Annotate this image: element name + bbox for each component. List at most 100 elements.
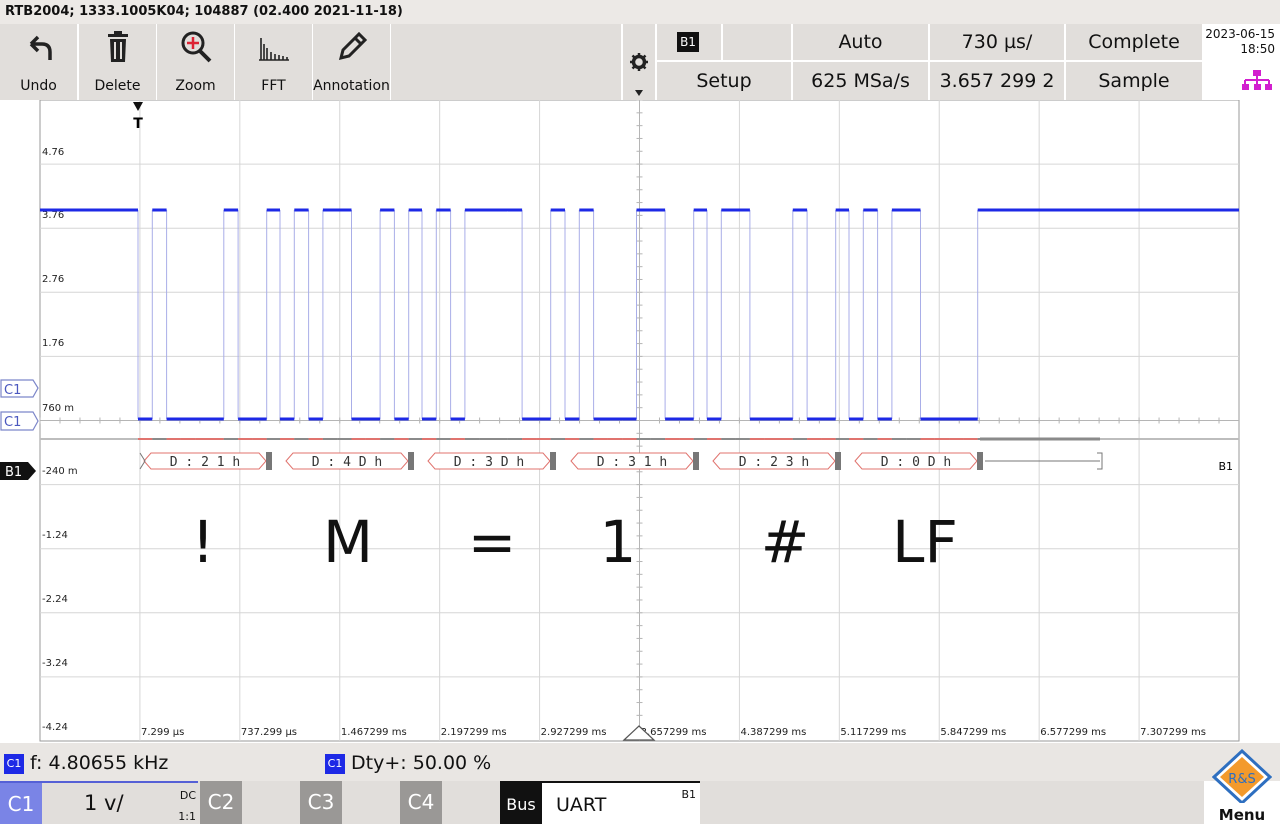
ch1-offset-tag: C1 (4, 415, 21, 430)
fft-button[interactable]: FFT (235, 24, 312, 100)
ch1-offset-marker[interactable]: C1 (0, 411, 39, 431)
time-offset[interactable]: 3.657 299 2 ms (930, 62, 1064, 130)
x-axis-label: 7.299 µs (141, 727, 184, 738)
menu-button[interactable]: R&S Menu (1204, 749, 1280, 824)
time-text: 18:50 (1240, 42, 1275, 56)
decode-frame-label: D : 4 D h (312, 455, 382, 470)
bus-end-tag: B1 (1218, 460, 1233, 473)
x-axis-label: 2.197299 ms (441, 727, 507, 738)
annotation-char: # (761, 508, 810, 576)
y-axis-label: -3.24 (42, 658, 68, 669)
x-axis-label: 7.307299 ms (1140, 727, 1206, 738)
bus-tab: Bus (500, 783, 542, 824)
x-axis-label: 6.577299 ms (1040, 727, 1106, 738)
delete-button[interactable]: Delete (79, 24, 156, 100)
zoom-button[interactable]: Zoom (157, 24, 234, 100)
decode-frame-label: D : 2 1 h (170, 455, 240, 470)
zoom-icon (181, 31, 212, 63)
undo-label: Undo (20, 78, 57, 94)
x-axis-label: 737.299 µs (241, 727, 297, 738)
acquisition-mode[interactable]: Sample (1066, 62, 1202, 100)
c1-probe: 1:1 (178, 810, 196, 823)
channel-c2[interactable]: C2 (200, 781, 298, 824)
annotation-char: LF (892, 508, 958, 576)
y-axis-label: -240 m (42, 466, 78, 477)
trigger-position-marker[interactable] (133, 102, 143, 111)
decode-frame-label: D : 0 D h (881, 455, 951, 470)
trash-icon (108, 31, 128, 62)
decode-stop-marker (550, 452, 556, 470)
settings-menu-button[interactable] (623, 24, 655, 100)
setup-button[interactable]: Setup (657, 62, 791, 100)
freq-channel-tag: C1 (4, 753, 24, 774)
frequency-measurement[interactable]: C1 f: 4.80655 kHz (4, 752, 168, 774)
handwritten-annotations: ! M = 1 # LF (191, 508, 957, 576)
y-axis-label: -1.24 (42, 530, 68, 541)
bus-b1-tag: B1 (5, 465, 22, 480)
y-axis-label: -4.24 (42, 722, 68, 733)
channel-c4[interactable]: C4 (400, 781, 498, 824)
annotation-char: ! (191, 508, 214, 576)
bus-protocol: UART (556, 794, 607, 816)
delete-label: Delete (94, 78, 141, 94)
y-axis-label: 2.76 (42, 274, 64, 285)
decode-stop-marker (835, 452, 841, 470)
time-scale[interactable]: 730 µs/ (930, 24, 1064, 60)
chevron-down-icon (635, 90, 643, 96)
date-text: 2023-06-15 (1205, 27, 1275, 41)
channel-c1[interactable]: C1 1 v/ DC 1:1 (0, 781, 198, 824)
x-axis-label: 5.847299 ms (940, 727, 1006, 738)
annotation-button[interactable]: Annotation (313, 24, 390, 100)
decode-frame-label: D : 3 D h (454, 455, 524, 470)
toolbar-spacer (391, 24, 621, 100)
x-axis-label: 2.927299 ms (541, 727, 607, 738)
undo-icon (29, 35, 52, 60)
sample-rate[interactable]: 625 MSa/s (793, 62, 928, 100)
channel-bar: C1 1 v/ DC 1:1 C2 C3 C4 Bus UART B1 R&S … (0, 749, 1280, 824)
bus-b1-marker[interactable]: B1 (0, 462, 36, 480)
decode-frame-label: D : 3 1 h (597, 455, 667, 470)
duty-measurement[interactable]: C1 Dty+: 50.00 % (325, 752, 491, 774)
annotation-label: Annotation (313, 78, 390, 94)
decode-stop-marker (266, 452, 272, 470)
trigger-mode[interactable]: Auto (793, 24, 928, 60)
c1-coupling: DC (179, 789, 196, 802)
fft-icon (259, 38, 289, 61)
y-axis-label: 4.76 (42, 147, 64, 158)
bus-id: B1 (681, 788, 696, 801)
duty-channel-tag: C1 (325, 753, 345, 774)
y-axis-label: 3.76 (42, 210, 64, 221)
datetime-display: 2023-06-15 18:50 (1205, 24, 1280, 100)
gear-icon (630, 53, 648, 71)
measurement-bar: C1 f: 4.80655 kHz C1 Dty+: 50.00 % (0, 743, 1280, 781)
zoom-label: Zoom (175, 78, 216, 94)
bus-spacer (723, 24, 791, 60)
acquisition-status[interactable]: Complete (1066, 24, 1202, 60)
bus-select[interactable]: B1 (657, 24, 721, 60)
c4-tab: C4 (400, 781, 442, 824)
decode-frame-label: D : 2 3 h (739, 455, 809, 470)
rs-logo-icon: R&S (1212, 749, 1272, 803)
y-axis-label: -2.24 (42, 594, 68, 605)
title-bar: RTB2004; 1333.1005K04; 104887 (02.400 20… (0, 0, 1280, 24)
decode-stop-marker (408, 452, 414, 470)
menu-label: Menu (1218, 806, 1266, 824)
decode-stop-marker (693, 452, 699, 470)
bus-b1-config[interactable]: Bus UART B1 (500, 781, 700, 824)
pencil-icon (338, 31, 368, 61)
fft-label: FFT (261, 78, 286, 94)
undo-button[interactable]: Undo (0, 24, 77, 100)
channel-c3[interactable]: C3 (300, 781, 398, 824)
duty-value: Dty+: 50.00 % (351, 752, 492, 774)
x-axis-labels: 7.299 µs 737.299 µs 1.467299 ms 2.197299 ms… (141, 727, 1206, 738)
toolbar: Undo Delete Zoom FFT Annotation B1 Setup… (0, 24, 1280, 130)
c1-scale: 1 v/ (84, 791, 124, 815)
ch1-trigger-level-marker[interactable]: C1 (0, 379, 39, 398)
ch1-trigger-tag: C1 (4, 383, 21, 398)
annotation-char: M (323, 508, 373, 576)
freq-value: f: 4.80655 kHz (30, 752, 169, 774)
y-axis-label: 1.76 (42, 338, 64, 349)
logo-text: R&S (1228, 772, 1255, 787)
waveform-display[interactable]: 4.76 3.76 2.76 1.76 760 m -240 m -1.24 -2.24 -3.… (0, 100, 1280, 743)
trigger-marker-label: T (133, 116, 143, 132)
